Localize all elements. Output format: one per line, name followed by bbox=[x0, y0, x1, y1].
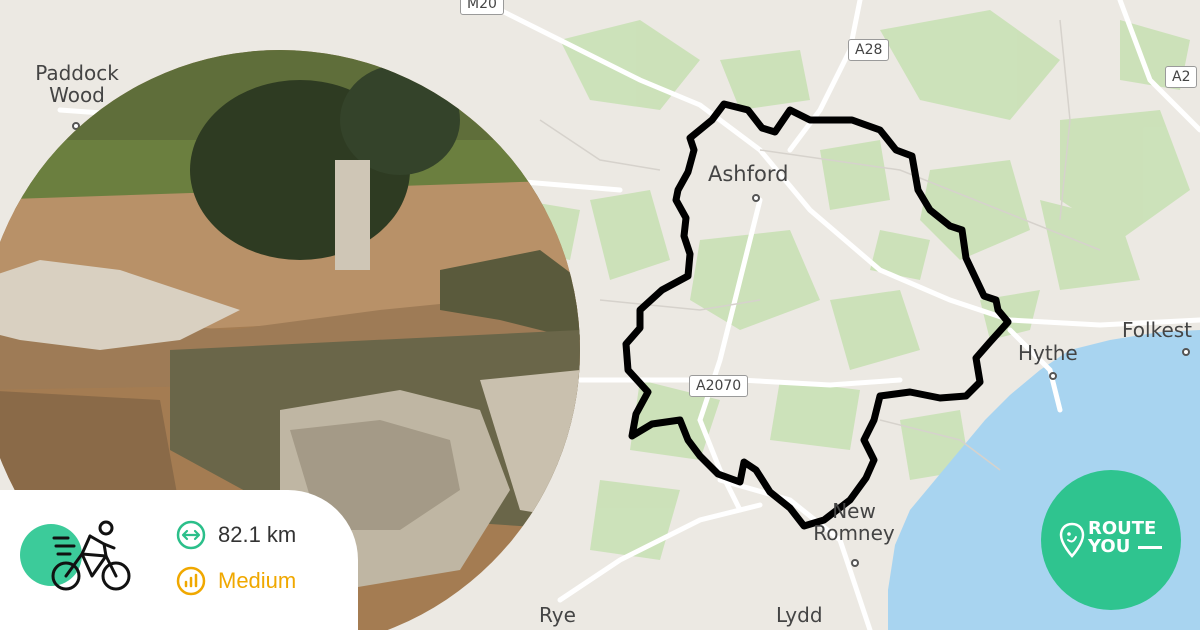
place-label-folkestone: Folkest bbox=[1122, 318, 1193, 342]
place-label-hythe: Hythe bbox=[1018, 341, 1078, 365]
road-shield-a28: A28 bbox=[848, 39, 890, 61]
cyclist-icon bbox=[51, 520, 131, 591]
road-shield-a2070: A2070 bbox=[689, 375, 749, 397]
place-label-ashford: Ashford bbox=[708, 162, 789, 186]
place-dot-ashford bbox=[752, 194, 760, 202]
road-shield-m20: M20 bbox=[460, 0, 504, 15]
place-label-rye: Rye bbox=[539, 603, 576, 627]
route-stats-panel: 82.1 km Medium bbox=[0, 490, 358, 630]
place-label-new-romney: New Romney bbox=[813, 499, 895, 545]
difficulty-icon bbox=[176, 566, 206, 596]
place-dot-hythe bbox=[1049, 372, 1057, 380]
map-pin-icon bbox=[1059, 522, 1085, 558]
place-label-lydd: Lydd bbox=[776, 603, 823, 627]
difficulty-value: Medium bbox=[218, 568, 297, 593]
road-shield-a2: A2 bbox=[1165, 66, 1198, 88]
place-dot-folkestone bbox=[1182, 348, 1190, 356]
logo-underline bbox=[1138, 546, 1162, 549]
difficulty-stat: Medium bbox=[176, 566, 296, 596]
routeyou-logo[interactable]: ROUTE YOU bbox=[1041, 470, 1181, 610]
place-dot-new-romney bbox=[851, 559, 859, 567]
distance-value: 82.1 km bbox=[218, 522, 297, 547]
distance-icon bbox=[176, 520, 206, 550]
logo-text: ROUTE YOU bbox=[1088, 520, 1156, 556]
distance-stat: 82.1 km bbox=[176, 520, 296, 550]
route-preview-card: M20 A28 A2 A2070 Paddock Wood Ashford Hy… bbox=[0, 0, 1200, 630]
